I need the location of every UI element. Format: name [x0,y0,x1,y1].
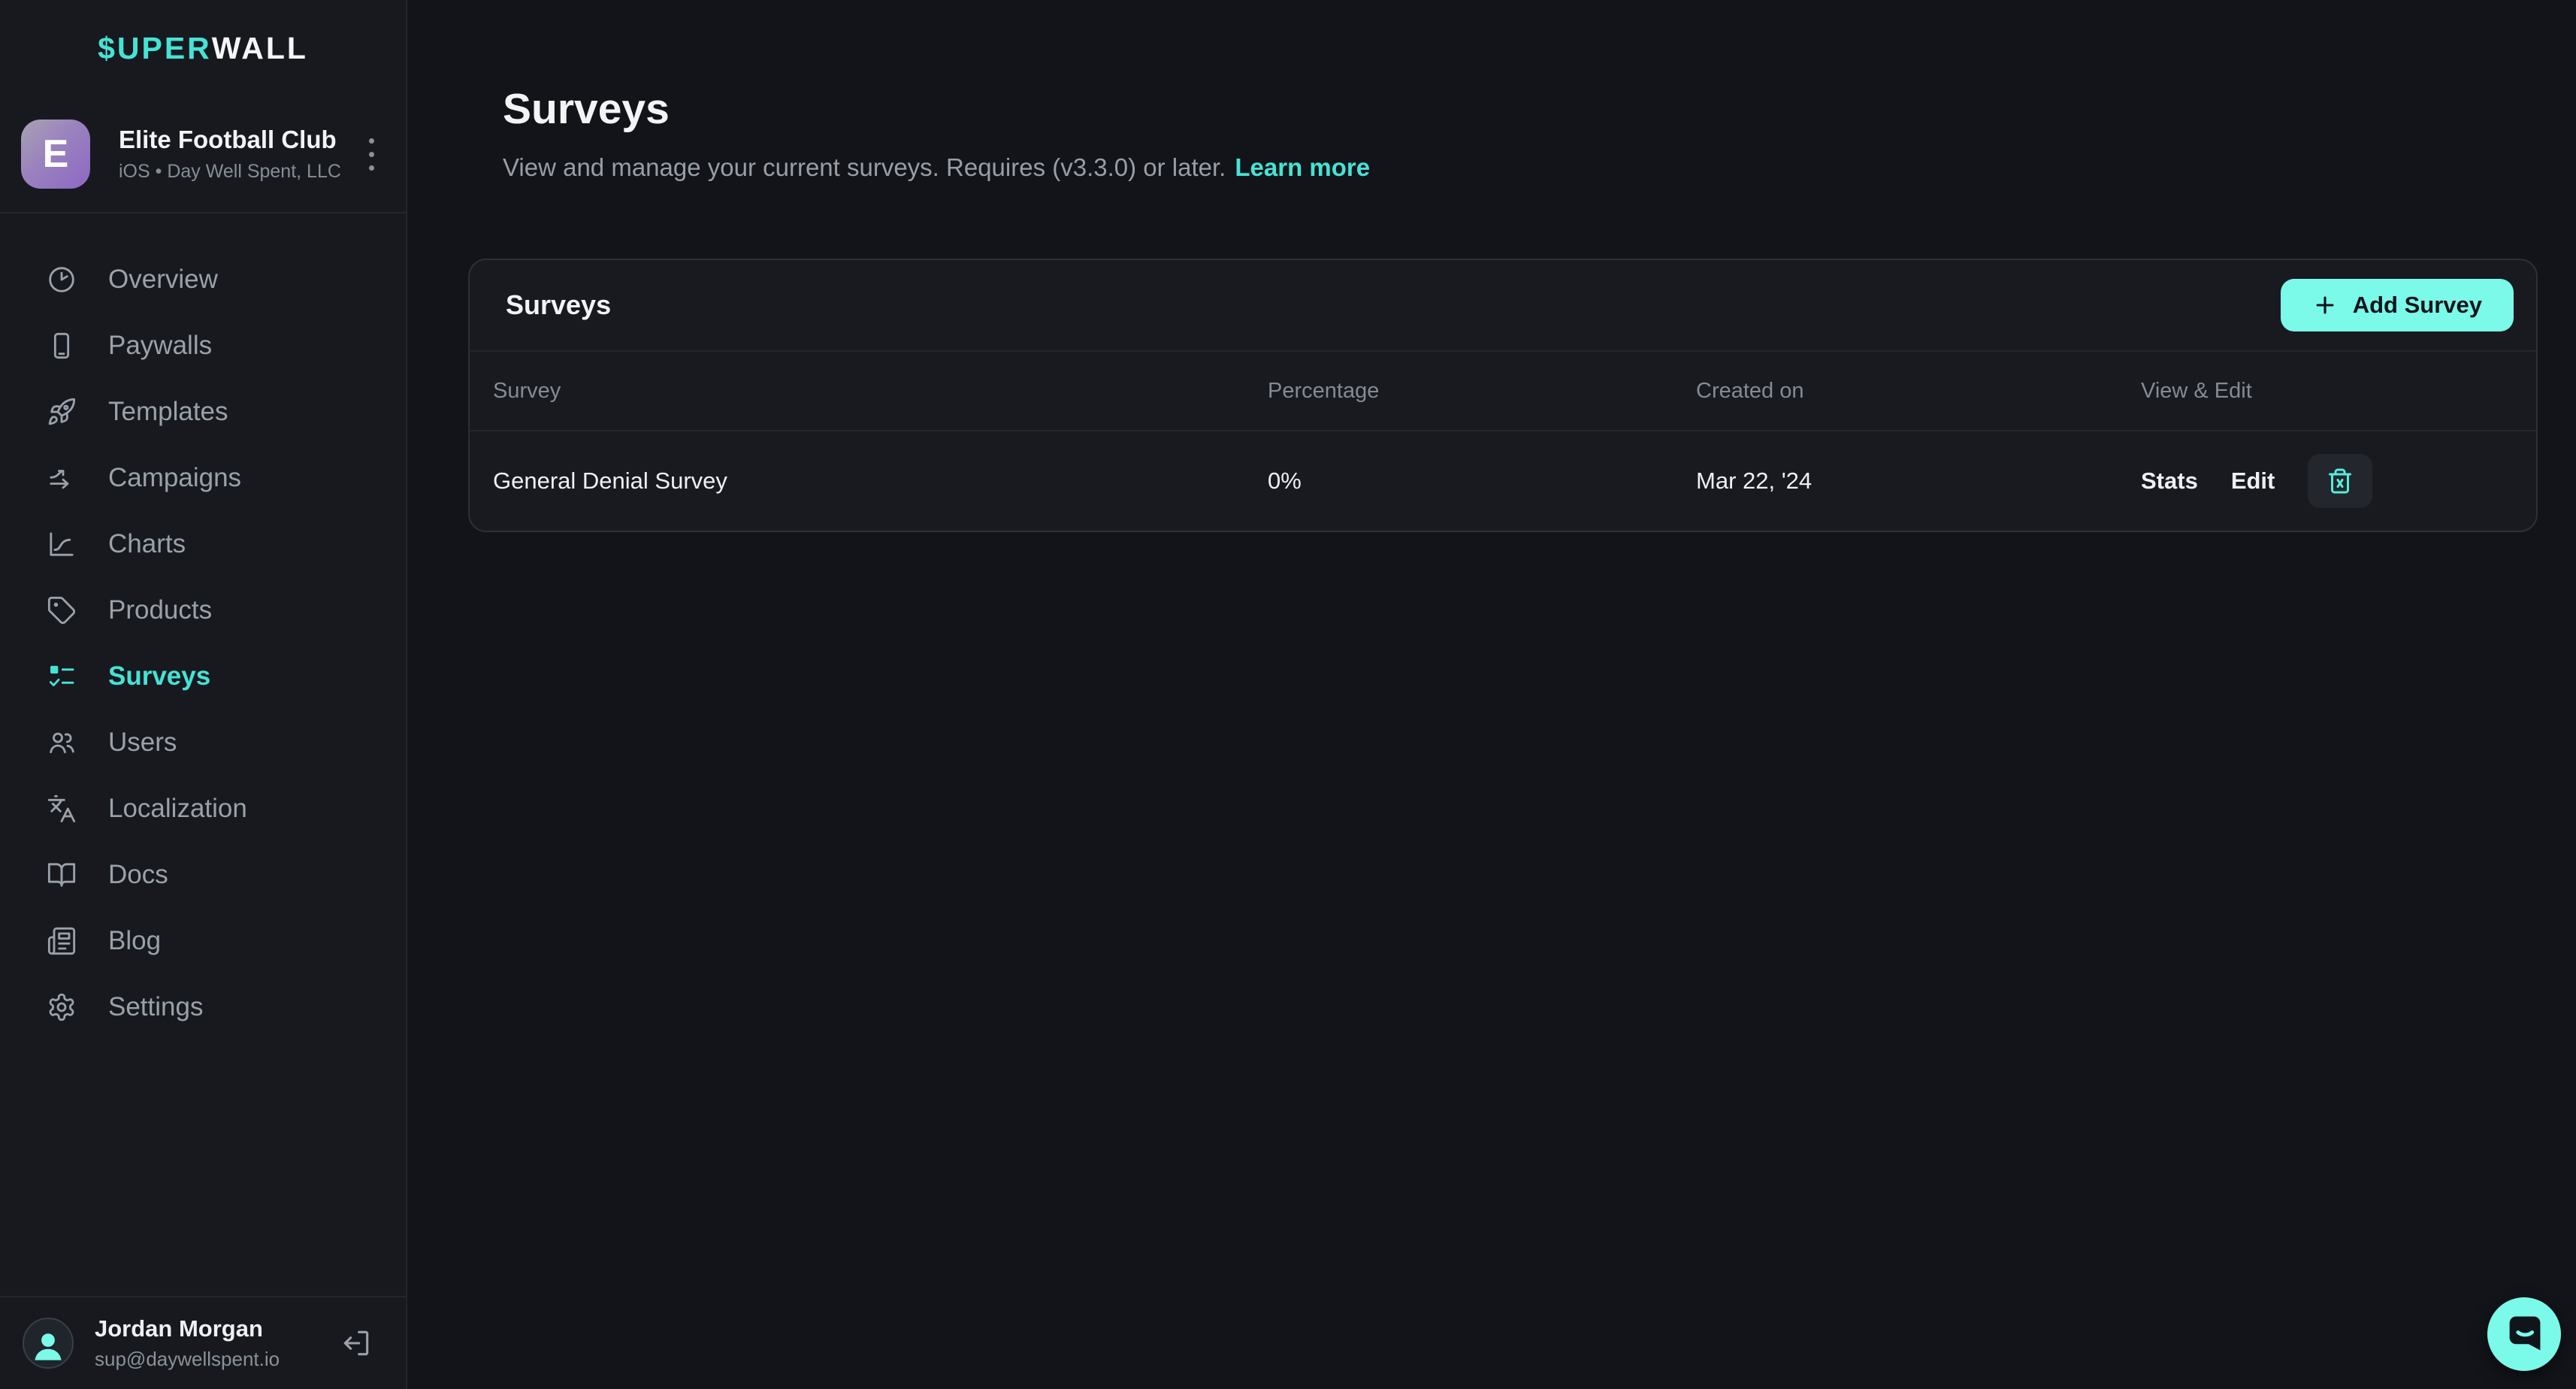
sidebar-nav: Overview Paywalls Templates Campaigns Ch… [0,213,406,1040]
surveys-card-title: Surveys [506,289,611,321]
col-percentage: Percentage [1268,379,1696,404]
survey-name: General Denial Survey [493,468,1268,495]
person-icon [27,1325,69,1367]
sidebar-item-label: Localization [108,794,247,824]
sidebar: $UPERWALL E Elite Football Club iOS • Da… [0,0,407,1389]
sidebar-item-charts[interactable]: Charts [0,511,406,577]
page-subtitle-text: View and manage your current surveys. Re… [503,153,1226,182]
logout-icon [340,1327,373,1360]
sidebar-item-label: Users [108,728,177,758]
sidebar-item-localization[interactable]: Localization [0,776,406,842]
plus-icon [2312,292,2338,318]
surveys-card: Surveys Add Survey Survey Percentage Cre… [468,259,2538,532]
sidebar-item-products[interactable]: Products [0,577,406,643]
superwall-logo: $UPERWALL [0,0,406,96]
survey-created-on: Mar 22, '24 [1696,468,2141,495]
delete-survey-button[interactable] [2308,454,2372,508]
docs-icon [47,860,77,890]
sidebar-item-label: Campaigns [108,463,241,493]
sidebar-item-label: Blog [108,926,161,956]
logout-button[interactable] [340,1327,373,1360]
user-email: sup@daywellspent.io [95,1348,319,1371]
sidebar-item-label: Surveys [108,661,210,691]
sidebar-item-label: Templates [108,397,228,427]
sidebar-item-label: Docs [108,860,168,890]
col-created-on: Created on [1696,379,2141,404]
survey-percentage: 0% [1268,468,1696,495]
sidebar-item-label: Charts [108,529,186,559]
row-actions: Stats Edit [2141,454,2536,508]
sidebar-item-campaigns[interactable]: Campaigns [0,445,406,511]
sidebar-item-blog[interactable]: Blog [0,908,406,974]
user-footer[interactable]: Jordan Morgan sup@daywellspent.io [0,1296,406,1389]
paywalls-icon [47,331,77,361]
table-row: General Denial Survey 0% Mar 22, '24 Sta… [470,431,2536,531]
sidebar-item-paywalls[interactable]: Paywalls [0,313,406,379]
org-avatar: E [21,120,90,189]
edit-link[interactable]: Edit [2231,468,2275,495]
localization-icon [47,794,77,824]
sidebar-item-users[interactable]: Users [0,710,406,776]
main-content: Surveys View and manage your current sur… [407,0,2576,1389]
org-name: Elite Football Club [119,126,364,154]
org-text: Elite Football Club iOS • Day Well Spent… [119,126,364,183]
settings-icon [47,992,77,1022]
users-icon [47,728,77,758]
chat-bubble-icon [2487,1297,2561,1371]
org-meta: iOS • Day Well Spent, LLC [119,161,364,183]
user-name: Jordan Morgan [95,1315,319,1342]
campaigns-icon [47,463,77,493]
sidebar-item-docs[interactable]: Docs [0,842,406,908]
add-survey-label: Add Survey [2353,292,2482,319]
sidebar-item-settings[interactable]: Settings [0,974,406,1040]
sidebar-item-label: Overview [108,265,218,295]
chat-launcher-button[interactable] [2487,1297,2561,1371]
org-menu-kebab-icon[interactable] [364,131,379,178]
surveys-card-header: Surveys Add Survey [470,260,2536,352]
logo-rest-text: WALL [212,31,308,66]
sidebar-item-overview[interactable]: Overview [0,247,406,313]
surveys-icon [47,661,77,691]
charts-icon [47,529,77,559]
sidebar-item-label: Paywalls [108,331,212,361]
learn-more-link[interactable]: Learn more [1235,153,1370,182]
blog-icon [47,926,77,956]
sidebar-item-templates[interactable]: Templates [0,379,406,445]
table-header: Survey Percentage Created on View & Edit [470,352,2536,431]
page-title: Surveys [503,84,2576,134]
trash-icon [2327,468,2354,495]
logo-accent-text: $UPER [98,31,212,66]
org-initial: E [43,132,69,177]
col-survey: Survey [493,379,1268,404]
page-subtitle: View and manage your current surveys. Re… [503,153,2576,182]
sidebar-item-surveys[interactable]: Surveys [0,643,406,710]
user-text: Jordan Morgan sup@daywellspent.io [95,1315,319,1371]
org-switcher[interactable]: E Elite Football Club iOS • Day Well Spe… [0,96,406,213]
overview-icon [47,265,77,295]
templates-icon [47,397,77,427]
sidebar-item-label: Settings [108,992,203,1022]
sidebar-item-label: Products [108,595,212,625]
col-view-edit: View & Edit [2141,379,2536,404]
add-survey-button[interactable]: Add Survey [2281,279,2514,331]
stats-link[interactable]: Stats [2141,468,2198,495]
products-icon [47,595,77,625]
user-avatar [23,1318,74,1369]
